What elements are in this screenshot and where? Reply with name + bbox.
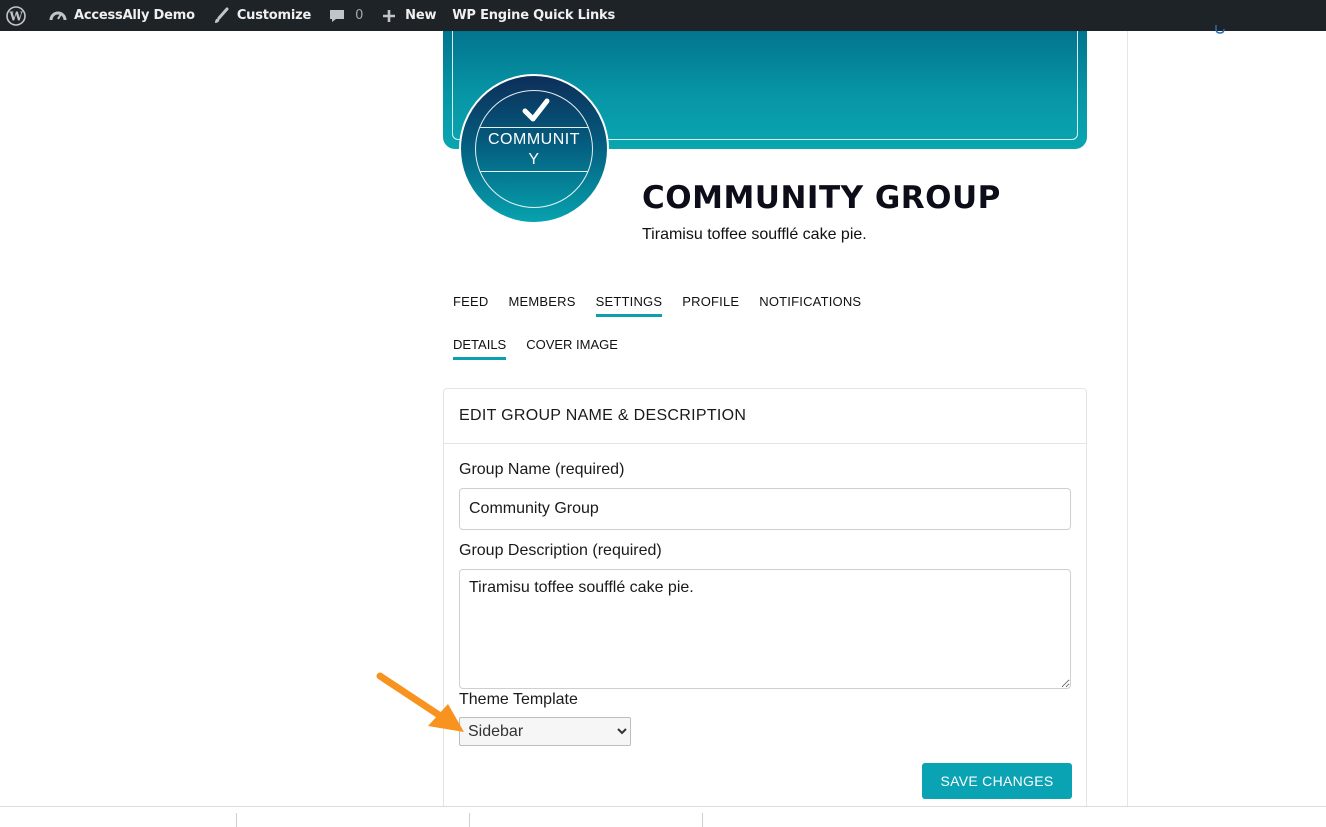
avatar-band-top [476,127,592,129]
settings-subtabs: DETAILS COVER IMAGE [453,337,618,360]
group-description: Tiramisu toffee soufflé cake pie. [642,226,867,243]
group-name-label: Group Name (required) [459,461,625,478]
group-description-textarea[interactable]: Tiramisu toffee soufflé cake pie. [459,569,1071,689]
wordpress-icon: W [6,5,26,26]
new-content-button[interactable]: New [371,0,444,31]
tab-settings[interactable]: SETTINGS [595,294,663,317]
checkmark-icon [522,96,550,124]
tab-feed[interactable]: FEED [453,294,488,317]
strip-separator [702,813,703,827]
subtab-details[interactable]: DETAILS [453,337,507,360]
tab-notifications[interactable]: NOTIFICATIONS [759,294,861,317]
comments-link[interactable]: 0 [319,0,371,31]
avatar-band-bottom [476,171,592,173]
sidebar-link-fragment [1214,24,1226,36]
theme-template-select[interactable]: Sidebar [459,717,631,746]
admin-bar: W AccessAlly Demo Customize 0 New WP Eng… [0,0,1326,31]
strip-separator [236,813,237,827]
plus-icon [379,6,399,26]
wp-engine-quick-links[interactable]: WP Engine Quick Links [444,0,623,31]
comment-bubble-icon [327,6,347,26]
save-changes-button[interactable]: SAVE CHANGES [922,763,1072,799]
sidebar-divider [1127,31,1128,807]
strip-separator [469,813,470,827]
customize-link[interactable]: Customize [203,0,319,31]
bottom-toolbar-strip [0,806,1326,827]
quick-links-label: WP Engine Quick Links [452,8,615,23]
site-name-link[interactable]: AccessAlly Demo [40,0,203,31]
group-title: COMMUNITY GROUP [642,180,1001,216]
avatar-label: COMMUNITY [488,131,580,168]
new-label: New [405,8,437,23]
dashboard-gauge-icon [48,6,68,26]
svg-text:W: W [8,9,23,23]
group-tabs: FEED MEMBERS SETTINGS PROFILE NOTIFICATI… [453,294,861,317]
wordpress-logo-button[interactable]: W [0,0,40,31]
site-name-label: AccessAlly Demo [74,8,195,23]
theme-template-label: Theme Template [459,691,578,708]
subtab-cover-image[interactable]: COVER IMAGE [526,337,618,360]
group-description-label: Group Description (required) [459,542,662,559]
tab-members[interactable]: MEMBERS [508,294,575,317]
paintbrush-icon [211,6,231,26]
comments-count: 0 [355,8,364,23]
panel-heading: EDIT GROUP NAME & DESCRIPTION [444,389,1086,444]
edit-group-panel: EDIT GROUP NAME & DESCRIPTION Group Name… [443,388,1087,818]
tab-profile[interactable]: PROFILE [682,294,739,317]
group-name-input[interactable] [459,488,1071,530]
group-avatar: COMMUNITY [459,74,609,224]
annotation-arrow-icon [374,670,474,740]
customize-label: Customize [236,8,312,23]
